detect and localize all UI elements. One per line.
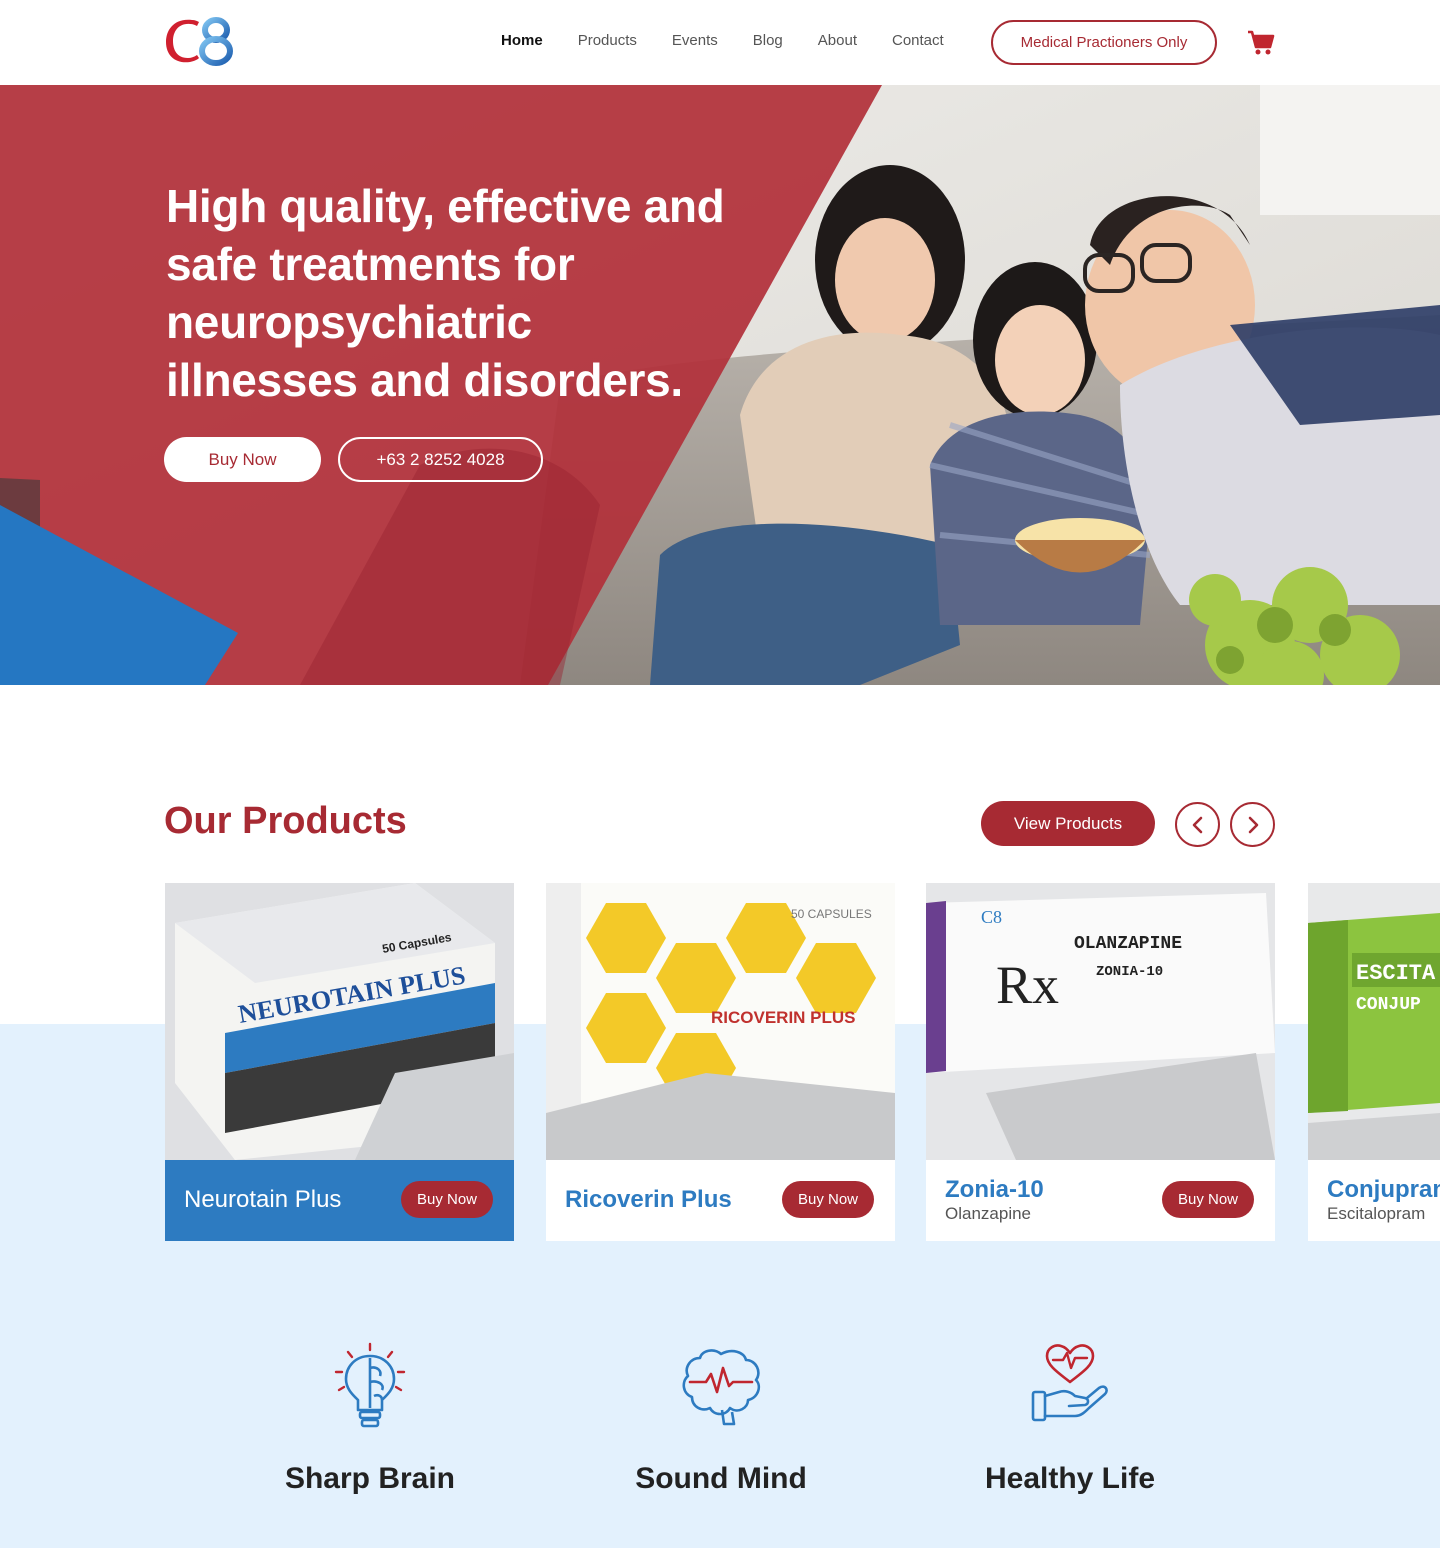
product-card-footer: Ricoverin Plus Buy Now (546, 1160, 895, 1241)
feature-sharp-brain: Sharp Brain (220, 1340, 520, 1496)
product-name[interactable]: Conjupram (1327, 1176, 1440, 1204)
buy-now-button[interactable]: Buy Now (782, 1181, 874, 1218)
box-caption: ZONIA-10 (1096, 964, 1163, 980)
buy-now-button[interactable]: Buy Now (401, 1181, 493, 1218)
nav-contact[interactable]: Contact (892, 30, 944, 52)
feature-label: Healthy Life (984, 1462, 1156, 1495)
product-card-footer: Neurotain Plus Buy Now (165, 1160, 514, 1241)
heart-hand-icon (1031, 1344, 1108, 1422)
feature-sound-mind: Sound Mind (571, 1340, 871, 1496)
lightbulb-brain-icon (334, 1342, 406, 1428)
product-card-conjupram[interactable]: ESCITA CONJUP Conjupram Escitalopram (1308, 883, 1440, 1241)
product-card-footer: Conjupram Escitalopram (1308, 1160, 1440, 1241)
hero-banner: High quality, effective and safe treatme… (0, 85, 1440, 685)
main-nav: Home Products Events Blog About Contact (501, 30, 979, 52)
product-card-neurotain[interactable]: NEUROTAIN PLUS 50 Capsules Neurotain Plu… (165, 883, 514, 1241)
product-image-neurotain: NEUROTAIN PLUS 50 Capsules (165, 883, 514, 1160)
cart-icon[interactable] (1247, 30, 1275, 56)
nav-blog[interactable]: Blog (753, 30, 783, 52)
chevron-left-icon (1192, 816, 1202, 833)
carousel-prev-button[interactable] (1175, 802, 1220, 847)
nav-about[interactable]: About (818, 30, 857, 52)
rx-mark: Rx (996, 955, 1059, 1015)
product-name[interactable]: Ricoverin Plus (565, 1186, 732, 1214)
box-text: ESCITA (1356, 961, 1436, 986)
medical-practitioners-button[interactable]: Medical Practioners Only (991, 20, 1217, 65)
brain-pulse-icon (682, 1349, 761, 1426)
hero-buy-now-button[interactable]: Buy Now (164, 437, 321, 482)
hero-title: High quality, effective and safe treatme… (166, 180, 725, 406)
feature-label: Sound Mind (635, 1462, 807, 1495)
nav-home[interactable]: Home (501, 30, 543, 52)
chevron-right-icon (1248, 816, 1258, 833)
box-caption: CONJUP (1356, 995, 1421, 1015)
product-image-zonia: C8 Rx OLANZAPINE ZONIA-10 (926, 883, 1275, 1160)
box-text: RICOVERIN PLUS (711, 1008, 856, 1027)
product-card-ricoverin[interactable]: RICOVERIN PLUS 50 CAPSULES Ricoverin Plu… (546, 883, 895, 1241)
site-header: Home Products Events Blog About Contact … (0, 0, 1440, 85)
product-card-zonia[interactable]: C8 Rx OLANZAPINE ZONIA-10 Zonia-10 Olanz… (926, 883, 1275, 1241)
box-caption: 50 CAPSULES (791, 907, 872, 921)
nav-events[interactable]: Events (672, 30, 718, 52)
product-name[interactable]: Zonia-10 (945, 1176, 1044, 1204)
box-text: OLANZAPINE (1074, 934, 1182, 954)
product-image-ricoverin: RICOVERIN PLUS 50 CAPSULES (546, 883, 895, 1160)
feature-healthy-life: Healthy Life (920, 1340, 1220, 1496)
nav-products[interactable]: Products (578, 30, 637, 52)
product-image-conjupram: ESCITA CONJUP (1308, 883, 1440, 1160)
buy-now-button[interactable]: Buy Now (1162, 1181, 1254, 1218)
products-section-title: Our Products (164, 800, 407, 842)
feature-label: Sharp Brain (284, 1462, 456, 1495)
product-name[interactable]: Neurotain Plus (184, 1186, 341, 1214)
view-products-button[interactable]: View Products (981, 801, 1155, 846)
hero-phone-button[interactable]: +63 2 8252 4028 (338, 437, 543, 482)
mini-logo: C8 (981, 907, 1002, 927)
c8-logo[interactable] (164, 14, 238, 68)
product-card-footer: Zonia-10 Olanzapine Buy Now (926, 1160, 1275, 1241)
carousel-next-button[interactable] (1230, 802, 1275, 847)
product-generic-name: Escitalopram (1327, 1204, 1426, 1223)
product-generic-name: Olanzapine (945, 1204, 1032, 1223)
